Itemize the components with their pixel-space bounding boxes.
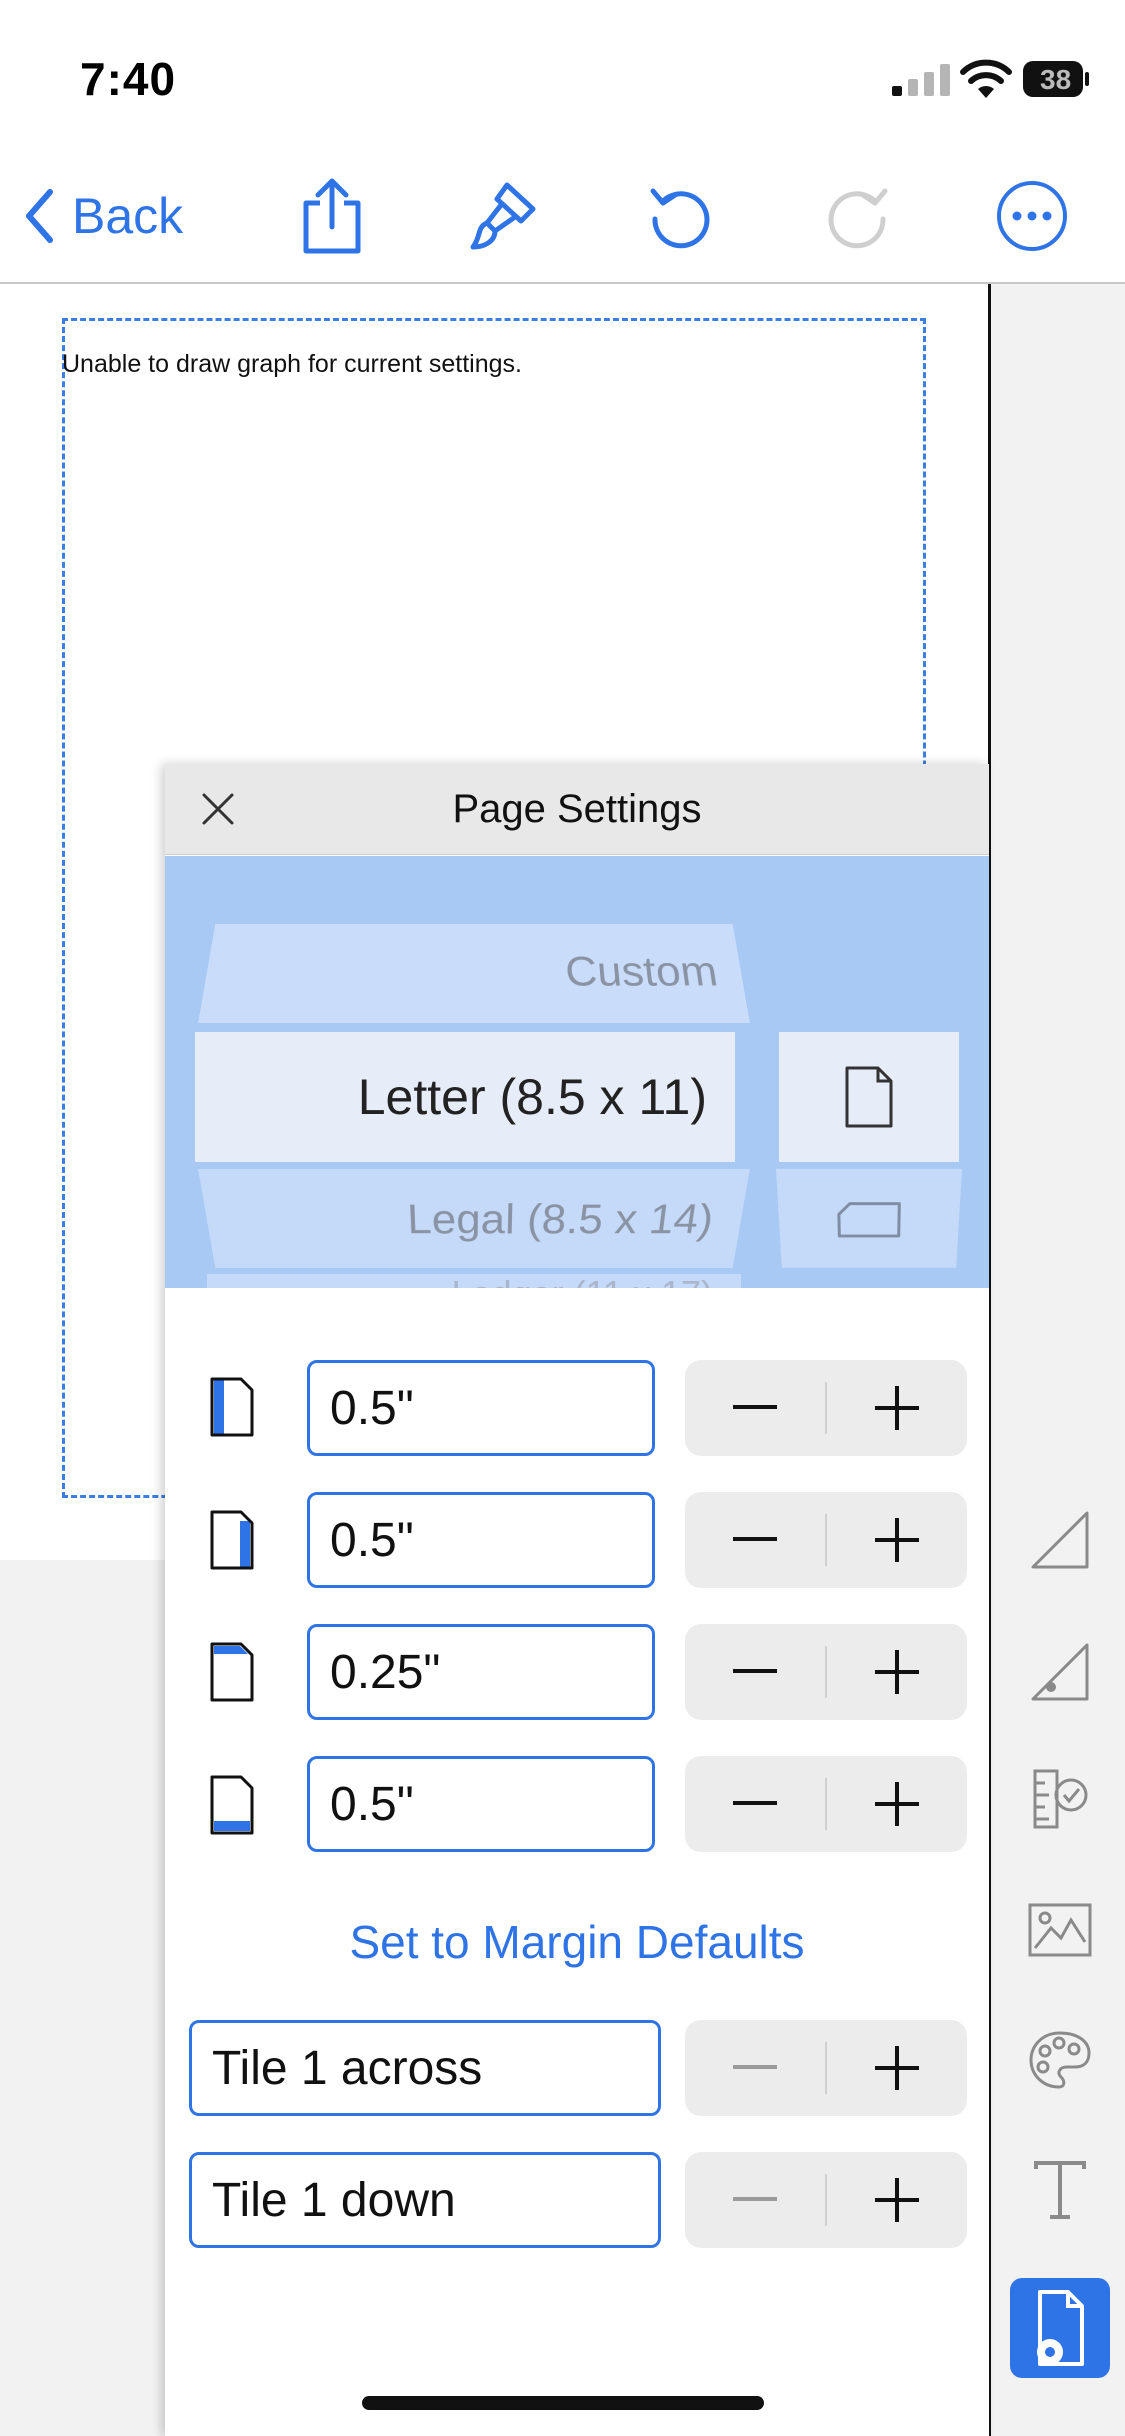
redo-icon [828,188,888,249]
plus-icon [875,2178,919,2222]
right-margin-icon [210,1510,254,1570]
decrement-button[interactable] [685,1360,825,1456]
left-margin-field[interactable]: 0.5" [307,1360,655,1456]
portrait-page-icon [845,1066,893,1128]
increment-button[interactable] [827,2020,967,2116]
share-icon [303,178,361,254]
battery-level: 38 [1040,64,1072,95]
graph-error-message: Unable to draw graph for current setting… [62,350,522,378]
palette-icon [1029,2031,1091,2089]
triangle-point-tool[interactable] [1020,1632,1100,1712]
page-settings-panel: Page Settings Custom Letter (8.5 x 11) L… [165,764,989,2436]
left-margin-stepper [685,1360,967,1456]
bottom-margin-field[interactable]: 0.5" [307,1756,655,1852]
style-brush-button[interactable] [464,174,544,258]
status-time: 7:40 [80,53,177,105]
minus-icon [733,1405,777,1409]
color-palette-tool[interactable] [1020,2020,1100,2100]
tile-down-field[interactable]: Tile 1 down [189,2152,661,2248]
picker-option-legal[interactable]: Legal (8.5 x 14) [198,1168,750,1268]
right-margin-stepper [685,1492,967,1588]
right-margin-field[interactable]: 0.5" [307,1492,655,1588]
picker-option-letter[interactable]: Letter (8.5 x 11) [195,1032,735,1162]
picker-option-ledger[interactable]: Ledger (11 x 17) [207,1274,741,1288]
back-label: Back [72,188,184,244]
ruler-check-icon [1033,1769,1088,1829]
increment-button[interactable] [827,1756,967,1852]
plus-icon [875,1782,919,1826]
top-margin-icon [210,1642,254,1702]
paper-size-picker[interactable]: Custom Letter (8.5 x 11) Legal (8.5 x 14… [165,856,989,1288]
increment-button[interactable] [827,2152,967,2248]
more-options-button[interactable] [992,176,1072,256]
image-icon [1028,1903,1092,1957]
paintbrush-icon [470,182,536,250]
decrement-button[interactable] [685,2020,825,2116]
decrement-button[interactable] [685,1492,825,1588]
text-icon [1034,2161,1086,2219]
picker-option-custom[interactable]: Custom [198,924,750,1024]
plus-icon [875,1386,919,1430]
decrement-button[interactable] [685,1756,825,1852]
measure-check-tool[interactable] [1020,1758,1100,1838]
redo-button[interactable] [818,174,898,258]
plus-icon [875,1650,919,1694]
plus-icon [875,2046,919,2090]
bottom-margin-stepper [685,1756,967,1852]
chevron-left-icon [26,189,53,243]
toolbar: Back [0,150,1125,284]
orientation-landscape[interactable] [776,1168,962,1268]
page-gear-icon [1037,2290,1084,2366]
image-tool[interactable] [1020,1890,1100,1970]
minus-icon [733,1801,777,1805]
tile-down-stepper [685,2152,967,2248]
landscape-page-icon [836,1201,903,1239]
ellipsis-circle-icon [997,181,1067,251]
undo-icon [650,188,710,249]
triangle-tool[interactable] [1020,1500,1100,1580]
increment-button[interactable] [827,1624,967,1720]
set-margin-defaults-button[interactable]: Set to Margin Defaults [165,1902,989,1982]
triangle-point-icon [1031,1643,1089,1701]
increment-button[interactable] [827,1492,967,1588]
left-margin-icon [210,1377,254,1437]
page-settings-tool[interactable] [1010,2278,1110,2378]
panel-title: Page Settings [452,786,702,831]
back-button[interactable]: Back [24,150,214,282]
top-margin-field[interactable]: 0.25" [307,1624,655,1720]
text-tool[interactable] [1020,2150,1100,2230]
tool-palette [991,284,1125,2436]
minus-icon [733,2065,777,2069]
minus-icon [733,2197,777,2201]
home-indicator [362,2396,764,2410]
battery-icon: 38 [1022,60,1090,98]
decrement-button[interactable] [685,1624,825,1720]
undo-button[interactable] [640,174,720,258]
share-button[interactable] [292,170,372,262]
increment-button[interactable] [827,1360,967,1456]
right-triangle-icon [1031,1511,1089,1569]
plus-icon [875,1518,919,1562]
bottom-margin-icon [210,1775,254,1835]
decrement-button[interactable] [685,2152,825,2248]
top-margin-stepper [685,1624,967,1720]
orientation-portrait[interactable] [779,1032,959,1162]
minus-icon [733,1537,777,1541]
tile-across-field[interactable]: Tile 1 across [189,2020,661,2116]
cellular-signal-icon [892,64,950,96]
minus-icon [733,1669,777,1673]
tile-across-stepper [685,2020,967,2116]
wifi-icon [960,59,1012,98]
